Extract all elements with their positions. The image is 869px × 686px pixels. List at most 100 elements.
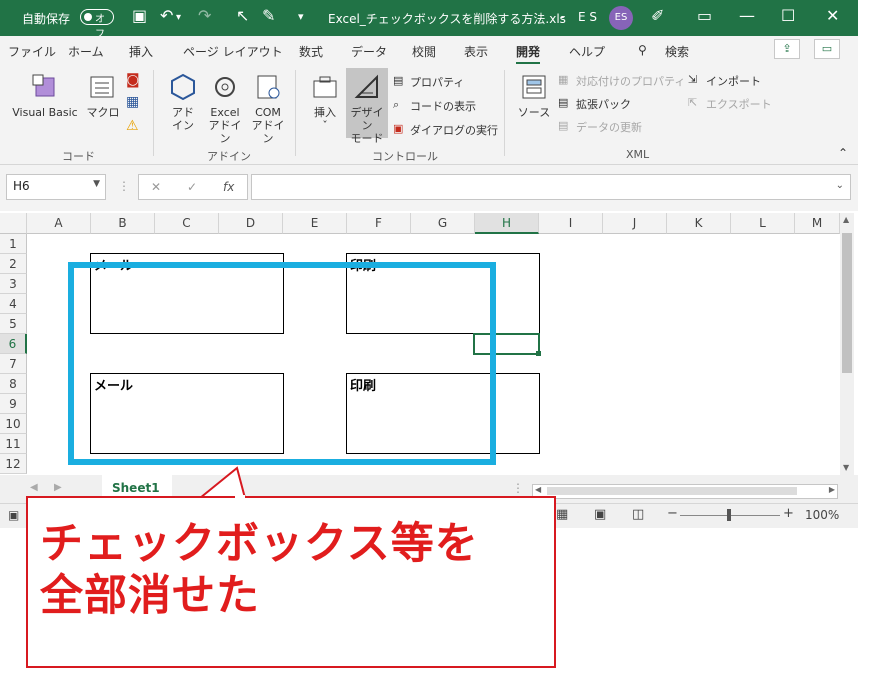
tab-file[interactable]: ファイル	[8, 43, 56, 60]
select-objects-icon[interactable]: ↖	[236, 6, 249, 25]
maximize-icon[interactable]: ☐	[781, 6, 795, 25]
undo-dropdown-icon[interactable]: ▾	[176, 12, 181, 23]
search-icon[interactable]: ⚲	[638, 43, 647, 57]
column-header[interactable]: C	[155, 213, 219, 234]
column-header[interactable]: B	[91, 213, 155, 234]
com-addin-button[interactable]: COM アドイン	[247, 72, 289, 145]
save-icon[interactable]: ▣	[132, 6, 147, 25]
undo-icon[interactable]: ↶	[160, 6, 173, 25]
tab-formulas[interactable]: 数式	[299, 43, 323, 60]
column-header[interactable]: K	[667, 213, 731, 234]
column-header[interactable]: F	[347, 213, 411, 234]
row-header[interactable]: 9	[0, 394, 27, 414]
import-button[interactable]: インポート	[706, 73, 761, 89]
scroll-up-icon[interactable]: ▲	[843, 215, 849, 224]
zoom-in-icon[interactable]: +	[783, 506, 794, 521]
row-header[interactable]: 5	[0, 314, 27, 334]
row-header[interactable]: 8	[0, 374, 27, 394]
zoom-slider-thumb[interactable]	[727, 509, 731, 521]
column-header[interactable]: M	[795, 213, 840, 234]
row-header-selected[interactable]: 6	[0, 334, 27, 354]
row-header[interactable]: 2	[0, 254, 27, 274]
zoom-out-icon[interactable]: −	[667, 506, 678, 521]
xml-source-button[interactable]: ソース	[514, 72, 554, 119]
tab-developer[interactable]: 開発	[516, 43, 541, 65]
import-icon[interactable]: ⇲	[688, 73, 697, 86]
macro-record-status-icon[interactable]: ▣	[8, 508, 19, 522]
column-header[interactable]: J	[603, 213, 667, 234]
row-header[interactable]: 7	[0, 354, 27, 374]
comments-icon[interactable]: ▭	[814, 39, 840, 59]
expand-formula-icon[interactable]: ⌄	[836, 180, 844, 191]
scroll-thumb[interactable]	[842, 233, 852, 373]
run-dialog-icon[interactable]: ▣	[393, 122, 403, 135]
zoom-level[interactable]: 100%	[805, 508, 839, 522]
tab-view[interactable]: 表示	[464, 43, 488, 60]
column-header-selected[interactable]: H	[475, 213, 539, 234]
name-box[interactable]: H6 ▼	[6, 174, 106, 200]
column-header[interactable]: I	[539, 213, 603, 234]
row-header[interactable]: 10	[0, 414, 27, 434]
scroll-thumb[interactable]	[547, 487, 797, 495]
macro-security-icon[interactable]: ⚠	[126, 118, 139, 134]
properties-button[interactable]: プロパティ	[410, 74, 464, 90]
avatar[interactable]: ES	[609, 6, 633, 30]
expansion-pack-button[interactable]: 拡張パック	[576, 96, 631, 112]
row-header[interactable]: 1	[0, 234, 27, 254]
row-header[interactable]: 3	[0, 274, 27, 294]
relative-references-icon[interactable]: ▦	[126, 94, 139, 110]
insert-function-icon[interactable]: fx	[223, 180, 234, 194]
autosave-toggle[interactable]: オフ	[80, 9, 114, 40]
column-header[interactable]: G	[411, 213, 475, 234]
run-dialog-button[interactable]: ダイアログの実行	[410, 122, 498, 138]
ribbon-display-icon[interactable]: ▭	[697, 6, 712, 25]
column-header[interactable]: E	[283, 213, 347, 234]
scroll-down-icon[interactable]: ▼	[843, 463, 849, 472]
scroll-right-icon[interactable]: ▶	[829, 485, 835, 494]
next-sheet-icon[interactable]: ▶	[54, 482, 62, 493]
visual-basic-button[interactable]: Visual Basic	[10, 72, 80, 119]
row-header[interactable]: 11	[0, 434, 27, 454]
column-header[interactable]: D	[219, 213, 283, 234]
tab-data[interactable]: データ	[351, 43, 387, 60]
expansion-pack-icon[interactable]: ▤	[558, 96, 568, 109]
chevron-down-icon[interactable]: ▼	[93, 179, 100, 189]
fill-handle[interactable]	[536, 351, 541, 356]
macro-button[interactable]: マクロ	[86, 72, 120, 119]
redo-icon[interactable]: ↷	[198, 6, 211, 25]
normal-view-icon[interactable]: ▦	[556, 507, 568, 522]
customize-qat-icon[interactable]: ▾	[298, 10, 304, 23]
tab-search[interactable]: 検索	[665, 43, 689, 60]
column-header[interactable]: A	[27, 213, 91, 234]
scroll-left-icon[interactable]: ◀	[535, 485, 541, 494]
insert-control-button[interactable]: 挿入 ˇ	[306, 72, 344, 132]
row-header[interactable]: 12	[0, 454, 27, 474]
share-icon[interactable]: ⇪	[774, 39, 800, 59]
record-macro-icon[interactable]: ◙	[126, 72, 140, 88]
tab-home[interactable]: ホーム	[68, 43, 104, 60]
row-header[interactable]: 4	[0, 294, 27, 314]
pen-icon[interactable]: ✐	[651, 6, 664, 25]
close-icon[interactable]: ✕	[826, 6, 839, 25]
view-code-button[interactable]: コードの表示	[410, 98, 476, 114]
addin-button[interactable]: アド イン	[166, 72, 200, 132]
select-all-corner[interactable]	[0, 213, 27, 234]
format-painter-icon[interactable]: ✎	[262, 6, 275, 25]
prev-sheet-icon[interactable]: ◀	[30, 482, 38, 493]
page-break-view-icon[interactable]: ◫	[632, 507, 644, 522]
excel-addin-button[interactable]: Excel アドイン	[204, 72, 246, 145]
enter-icon[interactable]: ✓	[187, 180, 197, 194]
tab-review[interactable]: 校閲	[412, 43, 436, 60]
properties-icon[interactable]: ▤	[393, 74, 403, 87]
collapse-ribbon-icon[interactable]: ⌃	[838, 146, 848, 160]
cancel-icon[interactable]: ✕	[151, 180, 161, 194]
tab-page-layout[interactable]: ページ レイアウト	[183, 43, 283, 60]
worksheet-grid[interactable]: A B C D E F G H I J K L M 1 2 3 4 5 6 7 …	[0, 213, 840, 475]
column-header[interactable]: L	[731, 213, 795, 234]
formula-input[interactable]: ⌄	[251, 174, 851, 200]
vertical-scrollbar[interactable]: ▲ ▼	[840, 213, 854, 475]
minimize-icon[interactable]: —	[739, 6, 755, 25]
view-code-icon[interactable]: ⌕	[393, 98, 399, 112]
page-layout-view-icon[interactable]: ▣	[594, 507, 606, 522]
tab-help[interactable]: ヘルプ	[569, 43, 605, 60]
